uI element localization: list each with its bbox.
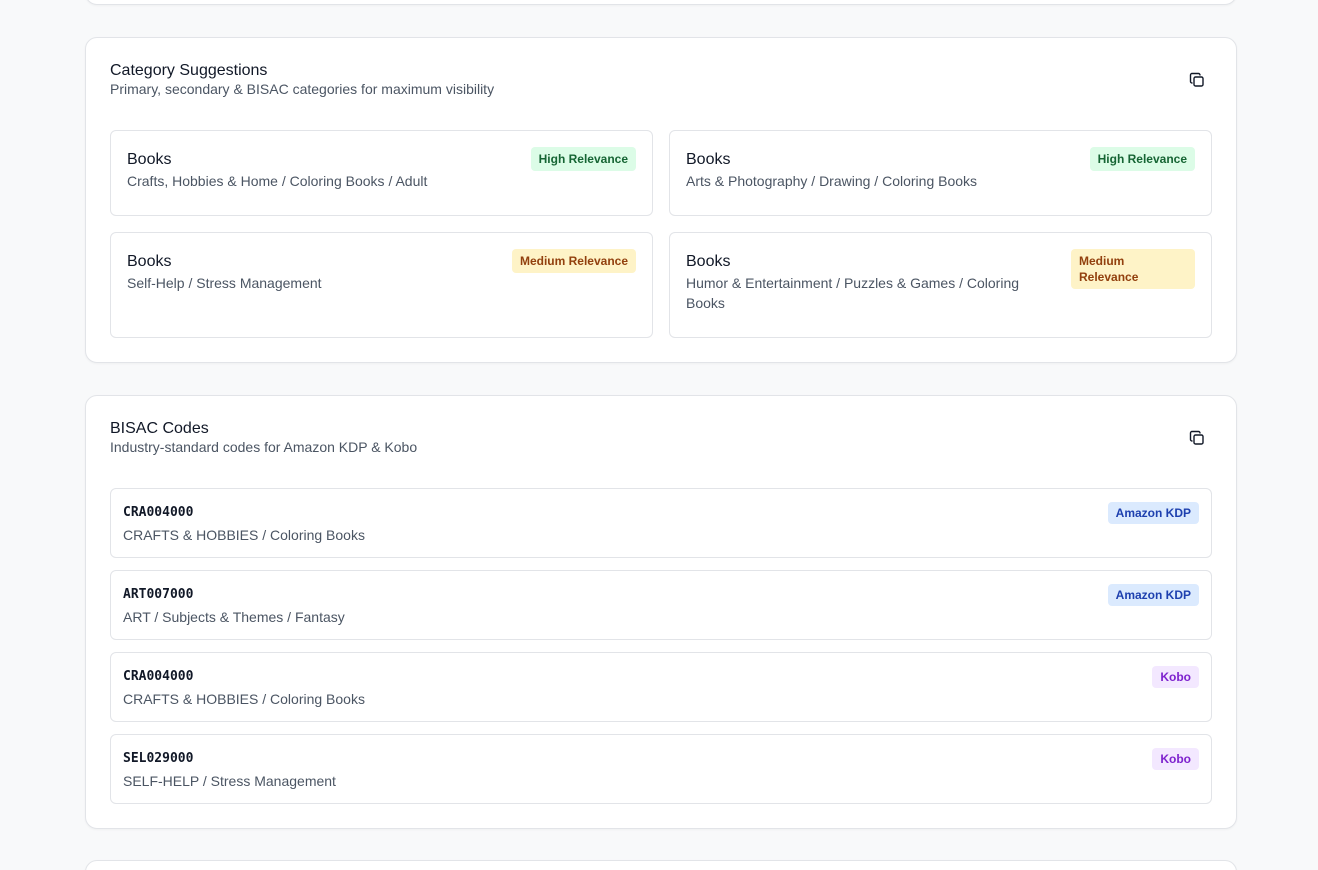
category-item[interactable]: Books Humor & Entertainment / Puzzles & … [669, 232, 1212, 338]
bisac-item[interactable]: CRA004000 CRAFTS & HOBBIES / Coloring Bo… [110, 488, 1212, 558]
copy-bisac-button[interactable] [1188, 429, 1206, 447]
platform-badge: Kobo [1152, 748, 1199, 770]
section-subtitle: Industry-standard codes for Amazon KDP &… [110, 439, 418, 455]
bisac-item[interactable]: ART007000 ART / Subjects & Themes / Fant… [110, 570, 1212, 640]
relevance-badge: Medium Relevance [1071, 249, 1195, 289]
relevance-badge: High Relevance [530, 147, 636, 171]
section-subtitle: Primary, secondary & BISAC categories fo… [110, 81, 495, 97]
bisac-item[interactable]: CRA004000 CRAFTS & HOBBIES / Coloring Bo… [110, 652, 1212, 722]
bisac-code: CRA004000 [123, 669, 194, 684]
bisac-code: CRA004000 [123, 505, 194, 520]
copy-icon [1189, 430, 1204, 445]
relevance-badge: High Relevance [1089, 147, 1195, 171]
platform-badge: Kobo [1152, 666, 1199, 688]
relevance-badge: Medium Relevance [511, 249, 636, 273]
bisac-code: SEL029000 [123, 751, 194, 766]
bisac-description: CRAFTS & HOBBIES / Coloring Books [123, 527, 365, 543]
bisac-description: SELF-HELP / Stress Management [123, 773, 336, 789]
category-item[interactable]: Books Arts & Photography / Drawing / Col… [669, 130, 1212, 216]
bisac-code: ART007000 [123, 587, 194, 602]
category-path: Crafts, Hobbies & Home / Coloring Books … [127, 173, 428, 189]
section-title: BISAC Codes [110, 420, 209, 437]
bisac-description: CRAFTS & HOBBIES / Coloring Books [123, 691, 365, 707]
category-path: Self-Help / Stress Management [127, 275, 322, 291]
section-title: Category Suggestions [110, 62, 268, 79]
category-path: Arts & Photography / Drawing / Coloring … [686, 173, 978, 189]
copy-icon [1189, 72, 1204, 87]
category-grid: Books Crafts, Hobbies & Home / Coloring … [110, 130, 1212, 338]
platform-badge: Amazon KDP [1107, 584, 1199, 606]
card-header: BISAC Codes Industry-standard codes for … [110, 420, 1212, 456]
copy-categories-button[interactable] [1188, 71, 1206, 89]
card-header: Category Suggestions Primary, secondary … [110, 62, 1212, 98]
page: Category Suggestions Primary, secondary … [0, 0, 1318, 870]
platform-badge: Amazon KDP [1107, 502, 1199, 524]
category-item[interactable]: Books Crafts, Hobbies & Home / Coloring … [110, 130, 653, 216]
next-section-card [85, 860, 1237, 870]
bisac-item[interactable]: SEL029000 SELF-HELP / Stress Management … [110, 734, 1212, 804]
bisac-list: CRA004000 CRAFTS & HOBBIES / Coloring Bo… [110, 488, 1212, 816]
previous-section-card [85, 0, 1237, 5]
bisac-description: ART / Subjects & Themes / Fantasy [123, 609, 345, 625]
category-item[interactable]: Books Self-Help / Stress Management Medi… [110, 232, 653, 338]
category-suggestions-card: Category Suggestions Primary, secondary … [85, 37, 1237, 363]
bisac-codes-card: BISAC Codes Industry-standard codes for … [85, 395, 1237, 829]
